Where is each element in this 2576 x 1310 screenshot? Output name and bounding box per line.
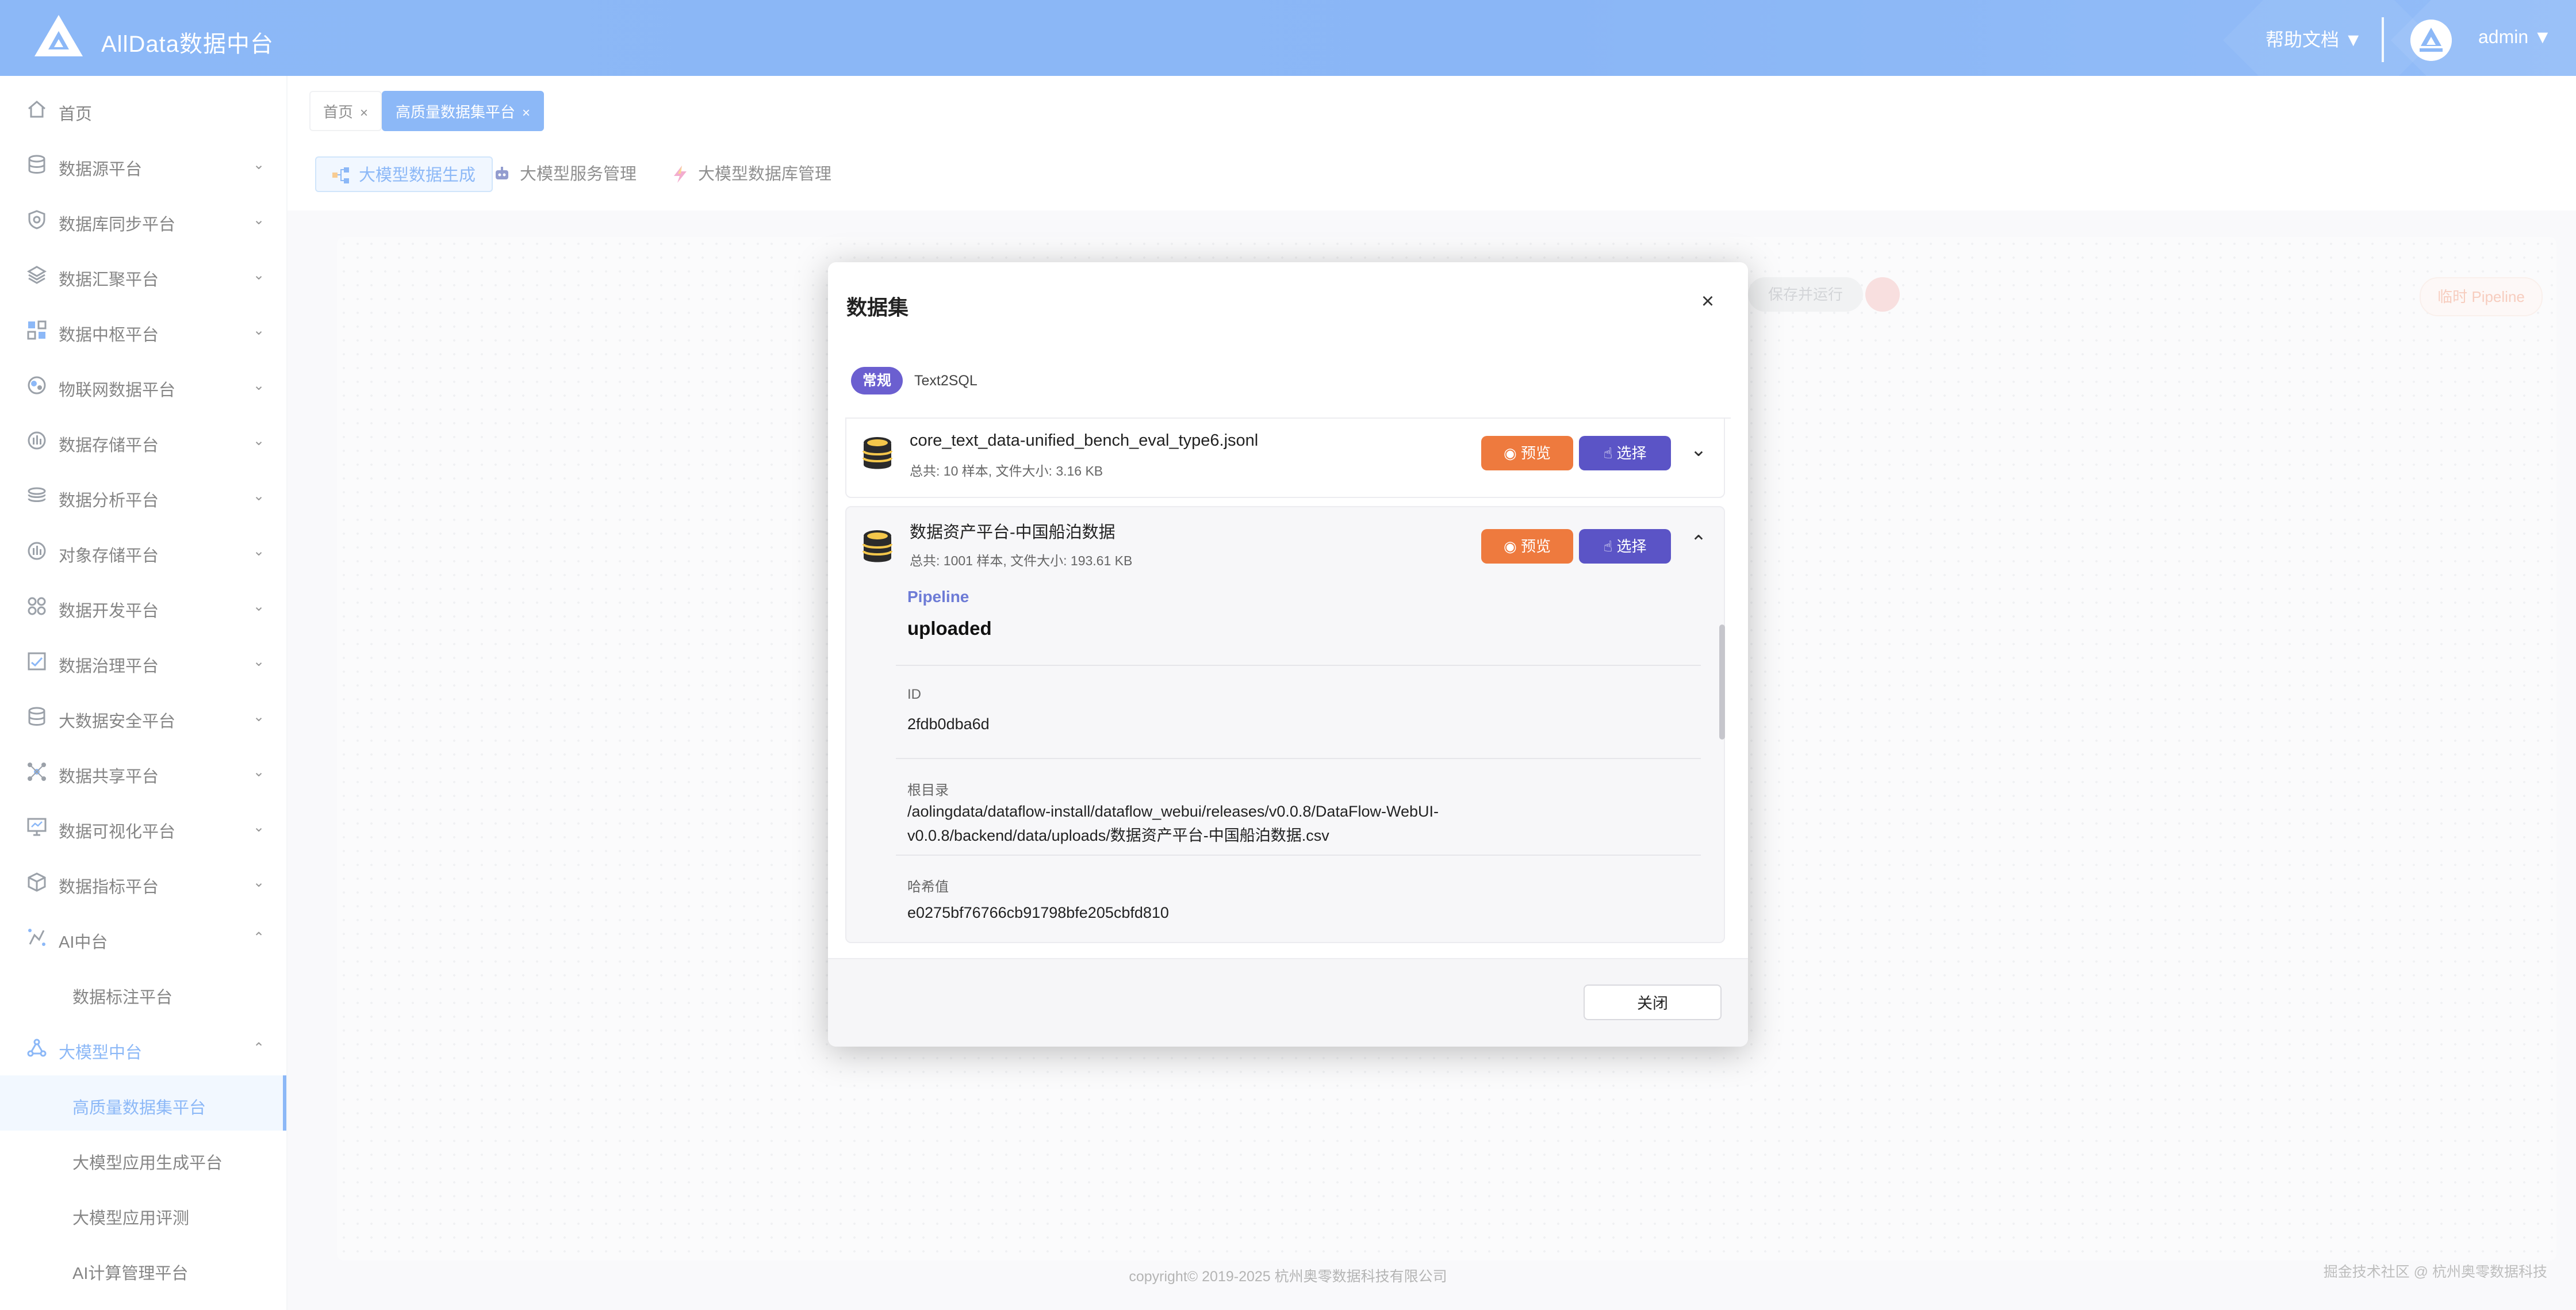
scrollbar[interactable] — [1719, 625, 1725, 740]
segment-general[interactable]: 常规 — [851, 367, 903, 394]
database-icon — [862, 530, 892, 562]
pipeline-value: uploaded — [907, 618, 992, 639]
divider — [896, 665, 1701, 666]
chevron-down-icon[interactable]: ⌄ — [1686, 438, 1711, 464]
id-label: ID — [907, 687, 921, 702]
root-dir-value: /aolingdata/dataflow-install/dataflow_we… — [907, 803, 1439, 844]
dataset-name: 数据资产平台-中国船泊数据 — [910, 523, 1116, 542]
modal-title: 数据集 — [846, 296, 909, 319]
select-label: 选择 — [1616, 445, 1647, 462]
dataset-modal: 数据集 × 常规 Text2SQL core_text_data-unified… — [828, 262, 1748, 1047]
select-label: 选择 — [1616, 538, 1647, 555]
dataset-meta: 总共: 10 样本, 文件大小: 3.16 KB — [910, 464, 1103, 478]
chevron-up-icon[interactable]: ⌃ — [1686, 531, 1711, 557]
id-value: 2fdb0dba6d — [907, 715, 990, 733]
divider — [896, 855, 1701, 856]
hash-label: 哈希值 — [907, 879, 949, 895]
root-dir-label: 根目录 — [907, 783, 949, 798]
dataset-card-expanded[interactable]: 数据资产平台-中国船泊数据 总共: 1001 样本, 文件大小: 193.61 … — [845, 506, 1725, 943]
preview-button[interactable]: ◉ 预览 — [1481, 529, 1573, 564]
preview-button[interactable]: ◉ 预览 — [1481, 436, 1573, 470]
eye-icon: ◉ — [1504, 538, 1521, 555]
divider — [896, 758, 1701, 759]
hand-icon: ☝ — [1603, 538, 1617, 555]
dataset-meta: 总共: 1001 样本, 文件大小: 193.61 KB — [910, 553, 1133, 568]
segment-text2sql[interactable]: Text2SQL — [903, 367, 989, 394]
dataset-card[interactable]: core_text_data-unified_bench_eval_type6.… — [845, 419, 1725, 498]
dataset-name: core_text_data-unified_bench_eval_type6.… — [910, 431, 1259, 450]
close-icon[interactable]: × — [1696, 290, 1719, 313]
hand-icon: ☝ — [1603, 445, 1617, 462]
preview-label: 预览 — [1520, 538, 1551, 555]
database-icon — [862, 437, 892, 469]
pipeline-label: Pipeline — [907, 588, 969, 606]
close-button[interactable]: 关闭 — [1584, 985, 1722, 1020]
eye-icon: ◉ — [1504, 445, 1521, 462]
dataset-list: core_text_data-unified_bench_eval_type6.… — [845, 417, 1731, 994]
select-button[interactable]: ☝ 选择 — [1579, 436, 1671, 470]
hash-value: e0275bf76766cb91798bfe205cbfd810 — [907, 904, 1169, 921]
select-button[interactable]: ☝ 选择 — [1579, 529, 1671, 564]
preview-label: 预览 — [1520, 445, 1551, 462]
